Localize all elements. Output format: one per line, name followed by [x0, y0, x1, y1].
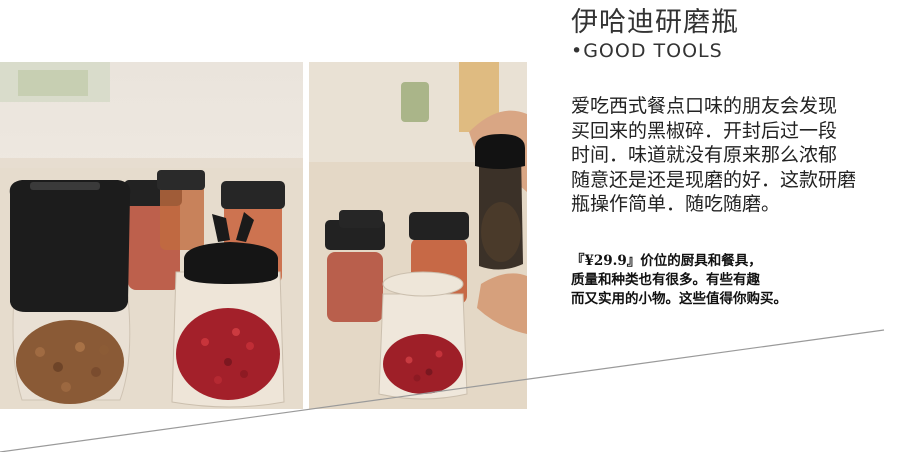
spice-grinder-photo — [0, 62, 303, 409]
product-photo-right — [309, 62, 527, 409]
product-description: 爱吃西式餐点口味的朋友会发现 买回来的黑椒碎．开封后过一段 时间．味道就没有原来… — [571, 94, 900, 217]
price-value: ¥29.9 — [584, 253, 627, 269]
large-grinder — [9, 180, 131, 404]
price-block: 『¥29.9』价位的厨具和餐具， 质量和种类也有很多。有些有趣 而又实用的小物。… — [571, 252, 891, 309]
open-red-jar — [378, 271, 468, 400]
price-open-bracket: 『 — [571, 253, 585, 269]
description-line: 买回来的黑椒碎．开封后过一段 — [571, 119, 838, 142]
product-title: 伊哈迪研磨瓶 — [571, 7, 739, 38]
description-line: 爱吃西式餐点口味的朋友会发现 — [571, 95, 838, 117]
description-line: 时间．味道就没有原来那么浓郁 — [571, 144, 838, 166]
price-note-line: 质量和种类也有很多。有些有趣 — [571, 272, 760, 288]
back-jar-b — [339, 210, 383, 228]
spice-grinder-in-use-photo — [309, 62, 527, 409]
product-subtitle: •GOOD TOOLS — [571, 40, 723, 62]
back-jar-2 — [157, 170, 205, 250]
price-line: 『¥29.9』价位的厨具和餐具， — [571, 252, 891, 271]
price-suffix: 』价位的厨具和餐具， — [626, 253, 762, 269]
back-jar-a — [325, 220, 385, 322]
description-line: 随意还是还是现磨的好．这款研磨 — [571, 168, 857, 191]
price-note-line: 而又实用的小物。这些值得你购买。 — [571, 291, 787, 307]
product-photo-left — [0, 62, 303, 409]
description-line: 瓶操作简单．随吃随磨。 — [571, 193, 781, 215]
